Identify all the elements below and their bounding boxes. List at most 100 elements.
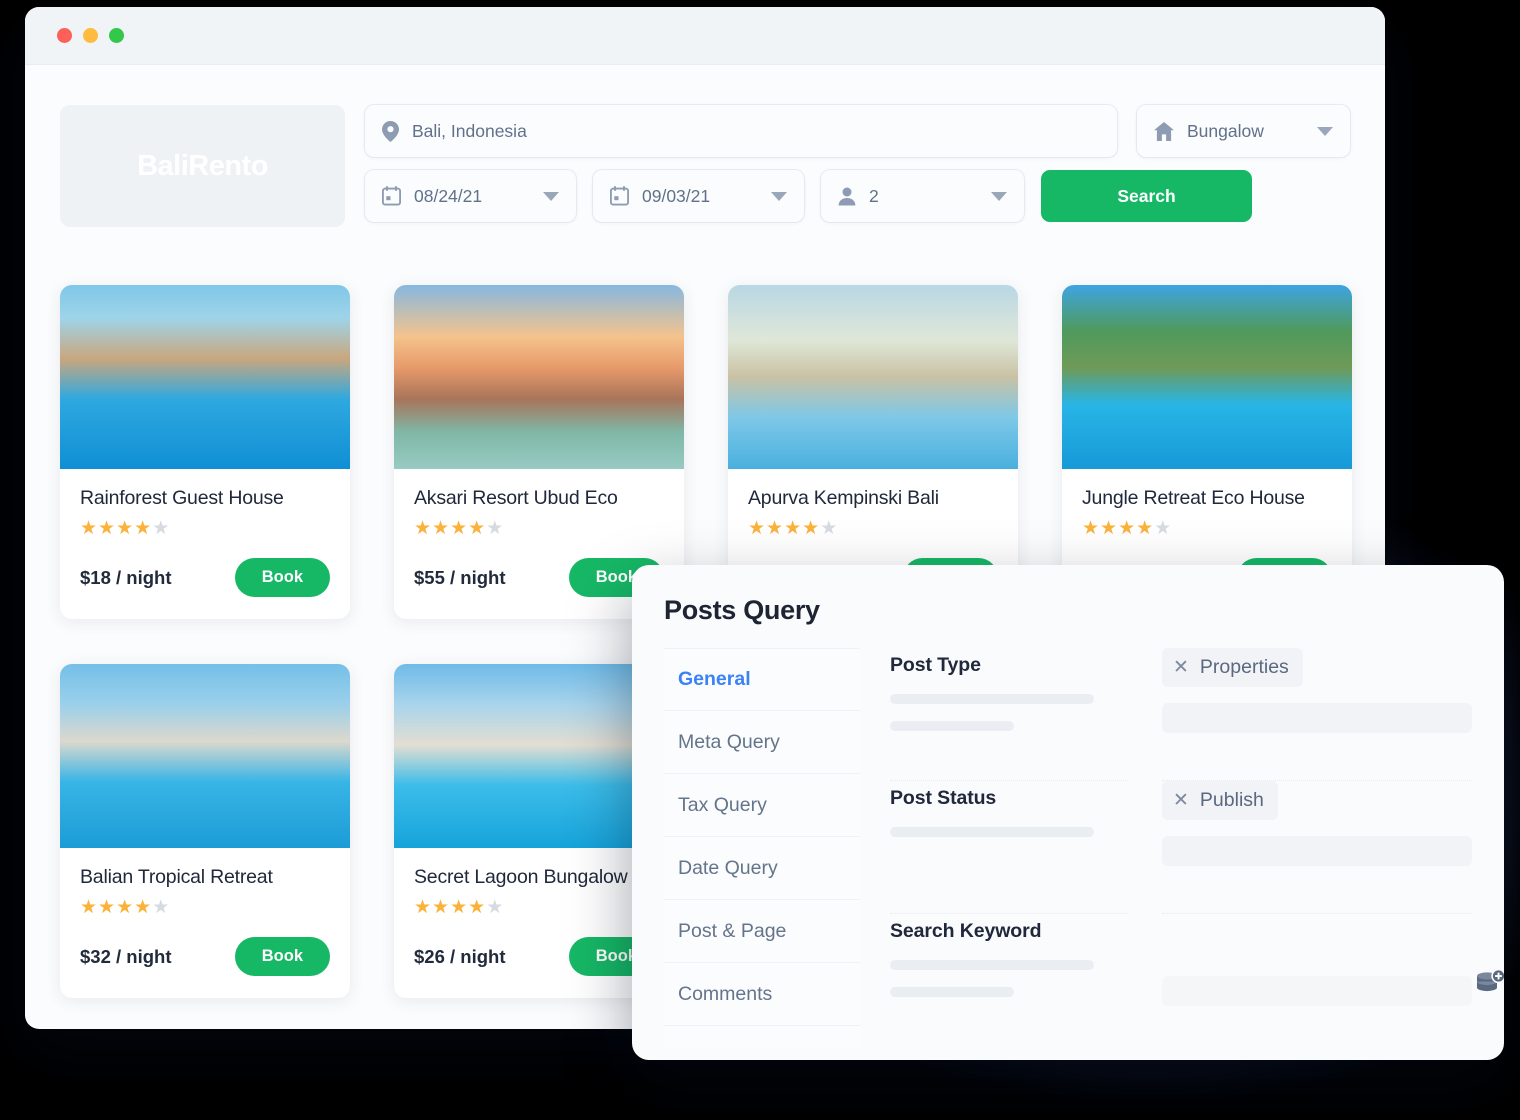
minimize-window-button[interactable] — [83, 28, 98, 43]
star-icon: ★ — [80, 897, 99, 918]
star-icon: ★ — [1082, 518, 1101, 539]
panel-tab-label: General — [678, 668, 751, 690]
panel-field-label-group: Post Type — [890, 648, 1128, 781]
panel-field-tag[interactable]: ✕ Properties — [1162, 648, 1303, 687]
brand-logo[interactable]: BaliRento — [60, 105, 345, 227]
listing-card[interactable]: Rainforest Guest House ★★★★★ $18 / night… — [60, 285, 350, 619]
panel-tab-comments[interactable]: Comments — [664, 963, 860, 1026]
search-bar: BaliRento Bali, Indonesia Bungalow 08/24… — [60, 105, 1350, 227]
panel-tab-list: General Meta Query Tax Query Date Query … — [664, 648, 860, 1047]
listing-title: Apurva Kempinski Bali — [748, 487, 939, 509]
listing-title: Jungle Retreat Eco House — [1082, 487, 1305, 509]
star-icon: ★ — [432, 518, 451, 539]
star-icon: ★ — [152, 897, 171, 918]
star-icon: ★ — [820, 518, 839, 539]
star-icon: ★ — [1154, 518, 1173, 539]
search-row-bottom: 08/24/21 09/03/21 2 Search — [365, 170, 1350, 222]
panel-tab-meta-query[interactable]: Meta Query — [664, 711, 860, 774]
panel-tab-post-page[interactable]: Post & Page — [664, 900, 860, 963]
skeleton-bar — [890, 827, 1094, 837]
check-in-value: 08/24/21 — [414, 185, 483, 206]
database-add-icon[interactable] — [1476, 970, 1504, 997]
panel-field-label-group: Post Status — [890, 781, 1128, 914]
skeleton-bar — [890, 721, 1014, 731]
map-pin-icon — [382, 120, 399, 142]
guests-value: 2 — [869, 185, 879, 206]
person-icon — [838, 187, 856, 205]
star-icon: ★ — [98, 518, 117, 539]
listing-price-row: $55 / night Book — [414, 558, 664, 597]
guests-select[interactable]: 2 — [821, 170, 1024, 222]
listing-photo — [394, 285, 684, 469]
star-icon: ★ — [468, 518, 487, 539]
calendar-icon — [382, 186, 401, 206]
listing-price: $18 / night — [80, 566, 172, 588]
star-icon: ★ — [766, 518, 785, 539]
close-icon[interactable]: ✕ — [1173, 791, 1189, 810]
close-window-button[interactable] — [57, 28, 72, 43]
panel-tab-label: Meta Query — [678, 730, 780, 753]
panel-tab-label: Post & Page — [678, 919, 787, 942]
star-icon: ★ — [450, 897, 469, 918]
book-button[interactable]: Book — [234, 558, 330, 597]
listing-price-row: $32 / night Book — [80, 937, 330, 976]
panel-form: Post Type Post Status Search Keyword ✕ P… — [860, 648, 1504, 1047]
star-icon: ★ — [450, 518, 469, 539]
panel-value-column: ✕ Properties ✕ Publish — [1128, 648, 1504, 1047]
listing-card[interactable]: Balian Tropical Retreat ★★★★★ $32 / nigh… — [60, 664, 350, 998]
skeleton-bar — [890, 694, 1094, 704]
panel-tab-label: Tax Query — [678, 793, 767, 816]
skeleton-bar — [890, 987, 1014, 997]
chevron-down-icon — [1317, 126, 1333, 136]
listing-price: $55 / night — [414, 566, 506, 588]
maximize-window-button[interactable] — [109, 28, 124, 43]
listing-price: $32 / night — [80, 945, 172, 967]
listing-title: Rainforest Guest House — [80, 487, 284, 509]
listing-photo — [60, 285, 350, 469]
panel-field-value-group — [1162, 914, 1504, 1047]
panel-tab-label: Comments — [678, 982, 773, 1005]
home-icon — [1154, 121, 1174, 141]
star-icon: ★ — [1136, 518, 1155, 539]
star-icon: ★ — [134, 897, 153, 918]
property-type-select[interactable]: Bungalow — [1137, 105, 1350, 157]
posts-query-panel: Posts Query General Meta Query Tax Query… — [632, 565, 1504, 1060]
panel-field-value-group: ✕ Properties — [1162, 648, 1472, 781]
star-icon: ★ — [414, 897, 433, 918]
panel-field-tag-label: Properties — [1199, 656, 1289, 678]
close-icon[interactable]: ✕ — [1173, 658, 1189, 677]
listing-price-row: $26 / night Book — [414, 937, 664, 976]
listing-info: Rainforest Guest House ★★★★★ $18 / night… — [60, 469, 350, 619]
browser-titlebar — [25, 7, 1385, 65]
star-icon: ★ — [432, 897, 451, 918]
star-icon: ★ — [1100, 518, 1119, 539]
panel-field-input[interactable] — [1162, 836, 1472, 866]
listing-photo — [60, 664, 350, 848]
panel-field-tag[interactable]: ✕ Publish — [1162, 781, 1278, 820]
stage: BaliRento Bali, Indonesia Bungalow 08/24… — [0, 0, 1520, 1120]
check-out-date-picker[interactable]: 09/03/21 — [593, 170, 804, 222]
chevron-down-icon — [991, 191, 1007, 201]
listing-title: Secret Lagoon Bungalow — [414, 866, 628, 888]
rating-stars: ★★★★★ — [80, 519, 330, 538]
skeleton-bar — [890, 960, 1094, 970]
book-button[interactable]: Book — [234, 937, 330, 976]
panel-field-label: Search Keyword — [890, 920, 1042, 942]
location-input[interactable]: Bali, Indonesia — [365, 105, 1117, 157]
panel-tab-tax-query[interactable]: Tax Query — [664, 774, 860, 837]
search-button[interactable]: Search — [1041, 170, 1252, 222]
panel-title: Posts Query — [664, 595, 820, 625]
star-icon: ★ — [486, 518, 505, 539]
check-in-date-picker[interactable]: 08/24/21 — [365, 170, 576, 222]
star-icon: ★ — [152, 518, 171, 539]
listing-photo — [728, 285, 1018, 469]
panel-field-label-group: Search Keyword — [890, 914, 1128, 1047]
panel-keyword-input[interactable] — [1162, 970, 1504, 1006]
panel-field-value-group: ✕ Publish — [1162, 781, 1472, 914]
brand-logo-text: BaliRento — [137, 149, 268, 182]
star-icon: ★ — [98, 897, 117, 918]
panel-tab-general[interactable]: General — [664, 648, 860, 711]
panel-tab-date-query[interactable]: Date Query — [664, 837, 860, 900]
panel-field-input[interactable] — [1162, 703, 1472, 733]
star-icon: ★ — [748, 518, 767, 539]
